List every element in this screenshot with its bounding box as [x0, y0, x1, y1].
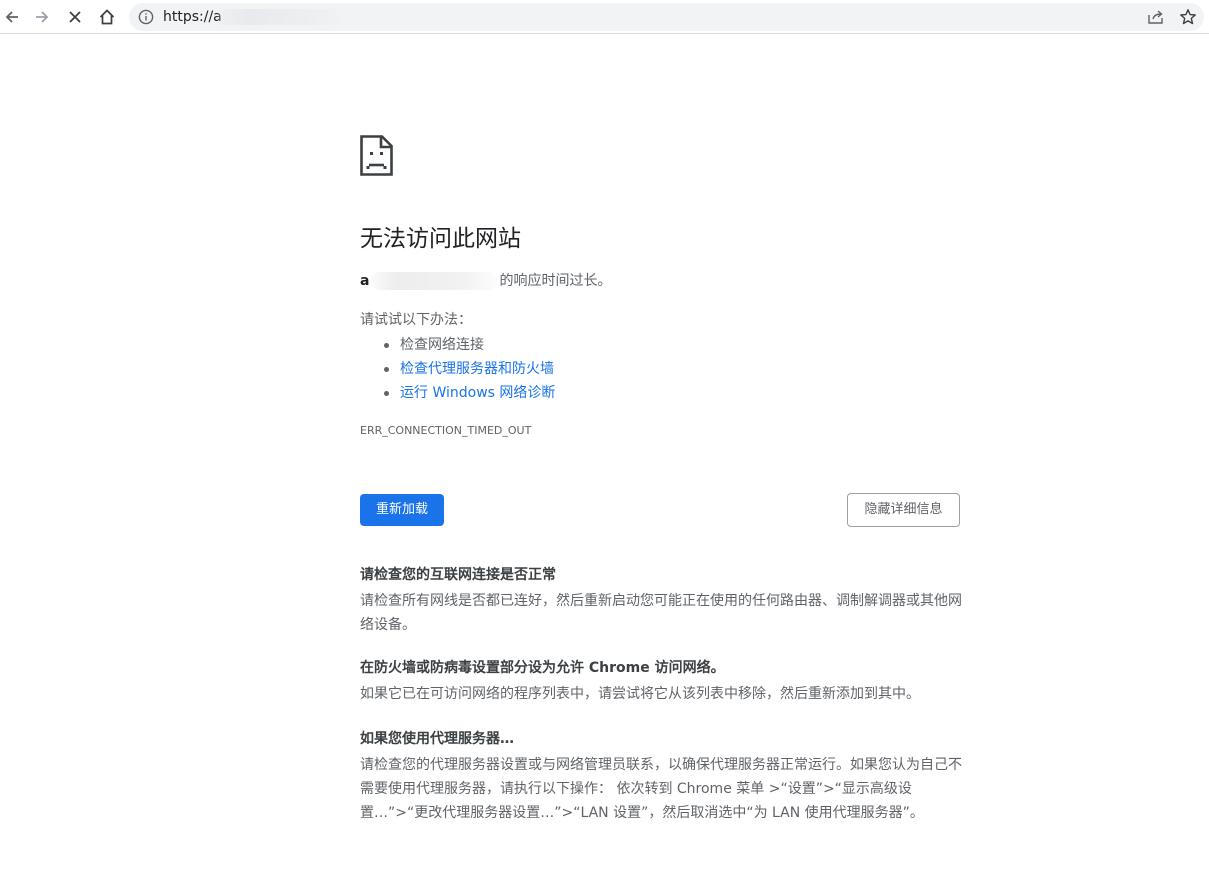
back-arrow-icon: [5, 11, 18, 23]
host-redaction: [371, 272, 498, 290]
forward-button[interactable]: [30, 5, 54, 29]
suggestion-list: 检查网络连接 检查代理服务器和防火墙 运行 Windows 网络诊断: [384, 333, 555, 405]
page-title: 无法访问此网站: [360, 226, 521, 252]
detail-section-connection: 请检查您的互联网连接是否正常 请检查所有网线是否都已连好，然后重新启动您可能正在…: [360, 565, 965, 637]
suggestion-run-diagnostics-link[interactable]: 运行 Windows 网络诊断: [384, 381, 555, 405]
detail-body: 请检查所有网线是否都已连好，然后重新启动您可能正在使用的任何路由器、调制解调器或…: [360, 593, 962, 633]
browser-toolbar: https://a: [0, 0, 1209, 34]
detail-heading: 请检查您的互联网连接是否正常: [360, 567, 556, 583]
stop-loading-button[interactable]: [63, 5, 87, 29]
detail-section-proxy: 如果您使用代理服务器… 请检查您的代理服务器设置或与网络管理员联系，以确保代理服…: [360, 729, 962, 825]
suggestion-check-proxy-firewall-link[interactable]: 检查代理服务器和防火墙: [384, 357, 555, 381]
detail-body: 如果它已在可访问网络的程序列表中，请尝试将它从该列表中移除，然后重新添加到其中。: [360, 686, 920, 702]
info-icon[interactable]: [138, 9, 154, 25]
summary-suffix: 的响应时间过长。: [499, 273, 612, 289]
star-icon[interactable]: [1179, 8, 1197, 26]
forward-arrow-icon: [36, 11, 49, 23]
url-redaction: [217, 9, 341, 25]
suggestion-check-connection: 检查网络连接: [384, 333, 555, 357]
detail-body: 请检查您的代理服务器设置或与网络管理员联系，以确保代理服务器正常运行。如果您认为…: [360, 757, 962, 821]
share-icon[interactable]: [1147, 9, 1165, 25]
home-icon: [99, 9, 115, 25]
detail-heading: 如果您使用代理服务器…: [360, 731, 514, 747]
detail-section-firewall: 在防火墙或防病毒设置部分设为允许 Chrome 访问网络。 如果它已在可访问网络…: [360, 658, 965, 706]
address-url[interactable]: https://a: [163, 8, 222, 26]
hide-details-button[interactable]: 隐藏详细信息: [847, 493, 960, 527]
home-button[interactable]: [95, 5, 119, 29]
detail-heading: 在防火墙或防病毒设置部分设为允许 Chrome 访问网络。: [360, 660, 725, 676]
sad-page-icon: [360, 135, 393, 176]
back-button[interactable]: [0, 5, 24, 29]
try-label: 请试试以下办法：: [360, 312, 472, 328]
address-bar[interactable]: https://a: [129, 3, 1204, 31]
error-summary: a 的响应时间过长。: [360, 271, 611, 291]
host-name: a: [360, 273, 370, 289]
error-code: ERR_CONNECTION_TIMED_OUT: [360, 424, 532, 437]
close-icon: [69, 11, 81, 23]
reload-button[interactable]: 重新加载: [360, 494, 444, 526]
